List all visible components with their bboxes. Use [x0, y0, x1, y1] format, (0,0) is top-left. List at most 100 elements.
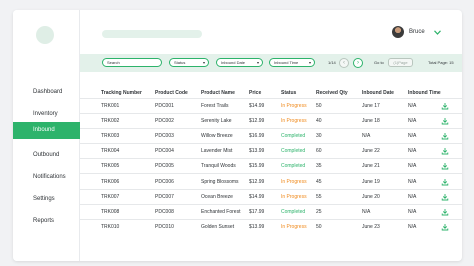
price-cell: $12.99 [228, 112, 264, 129]
next-page-button[interactable]: › [353, 58, 363, 68]
sidebar-item-settings[interactable]: Settings [13, 191, 80, 208]
tracking-number-cell: TRK002 [80, 112, 134, 129]
price-cell: $13.99 [228, 143, 264, 159]
status-cell: Completed [260, 158, 305, 174]
inbound-time-cell: N/A [387, 112, 428, 129]
goto-page-placeholder: (1)Page [393, 60, 408, 65]
tracking-number-cell: TRK006 [80, 173, 134, 190]
tracking-number-cell: TRK004 [80, 143, 134, 159]
inbound-table: Tracking Number Product Code Product Name P… [80, 88, 462, 235]
goto-label: Go to [374, 60, 384, 65]
column-header[interactable]: Status [260, 88, 296, 98]
table-row[interactable]: TRK010 PDC010 Golden Sunset $13.99 In Progre… [80, 218, 462, 235]
goto-page-input[interactable]: (1)Page [388, 58, 413, 67]
download-icon[interactable] [441, 132, 449, 140]
sidebar-item-inventory[interactable]: Inventory [13, 106, 80, 123]
table-row[interactable]: TRK007 PDC007 Ocean Breeze $14.99 In Progres… [80, 188, 462, 205]
row-action-cell [428, 158, 462, 174]
inbound-time-cell: N/A [387, 188, 428, 205]
row-action-cell [428, 112, 462, 129]
download-icon[interactable] [441, 162, 449, 170]
download-icon[interactable] [441, 223, 449, 231]
inbound-date-cell: June 20 [341, 188, 387, 205]
sidebar-item-outbound[interactable]: Outbound [13, 147, 80, 164]
chevron-right-icon: › [357, 60, 359, 66]
chevron-down-icon[interactable] [433, 29, 441, 35]
tracking-number-cell: TRK003 [80, 127, 134, 144]
product-code-cell: PDC002 [134, 112, 180, 129]
column-header[interactable]: Tracking Number [80, 88, 142, 98]
inbound-date-cell: N/A [341, 203, 387, 220]
page-indicator: 1/14 [328, 60, 336, 65]
search-input[interactable]: Search [102, 58, 162, 67]
sidebar-item-reports[interactable]: Reports [13, 213, 80, 230]
inbound-time-cell: N/A [387, 158, 428, 174]
sidebar-item-dashboard[interactable]: Dashboard [13, 84, 80, 101]
sidebar-item-inbound[interactable]: Inbound [13, 122, 80, 139]
download-icon[interactable] [441, 208, 449, 216]
product-name-cell: Enchanted Forest [180, 203, 240, 220]
price-cell: $14.99 [228, 97, 264, 114]
table-body: TRK001 PDC001 Forest Trails $14.99 In Progre… [80, 97, 462, 235]
inbound-date-filter-label: Inbound Date [221, 60, 246, 65]
table-header: Tracking Number Product Code Product Name P… [80, 88, 462, 98]
status-filter-label: Status [174, 60, 186, 65]
inbound-time-cell: N/A [387, 218, 428, 235]
filter-toolbar: Search Status ▾ Inbound Date ▾ Inbound T… [80, 54, 462, 72]
product-name-cell: Golden Sunset [180, 218, 234, 235]
tracking-number-cell: TRK007 [80, 188, 134, 205]
product-name-cell: Lavender Mist [180, 143, 232, 159]
download-icon[interactable] [441, 193, 449, 201]
status-filter[interactable]: Status ▾ [169, 58, 209, 67]
inbound-time-cell: N/A [387, 203, 428, 220]
inbound-time-cell: N/A [387, 173, 428, 190]
inbound-date-cell: June 21 [341, 158, 387, 174]
table-row[interactable]: TRK004 PDC004 Lavender Mist $13.99 Completed… [80, 143, 462, 159]
download-icon[interactable] [441, 102, 449, 110]
table-row[interactable]: TRK002 PDC002 Serenity Lake $12.99 In Progre… [80, 112, 462, 129]
chevron-down-icon: ▾ [308, 60, 311, 65]
sidebar: Dashboard Inventory Inbound Outbound Notific… [13, 10, 80, 261]
prev-page-button[interactable]: ‹ [339, 58, 349, 68]
user-menu[interactable]: Bruce [392, 25, 441, 39]
table-row[interactable]: TRK005 PDC005 Tranquil Woods $15.99 Complete… [80, 158, 462, 174]
table-header-row: Tracking Number Product Code Product Name P… [80, 88, 462, 98]
product-name-cell: Willow Breeze [180, 127, 233, 144]
status-cell: Completed [260, 127, 305, 144]
table-row[interactable]: TRK003 PDC003 Willow Breeze $16.99 Completed… [80, 127, 462, 144]
status-cell: In Progress [260, 173, 307, 190]
user-name: Bruce [409, 29, 425, 35]
product-code-cell: PDC007 [134, 188, 180, 205]
status-cell: In Progress [260, 112, 307, 129]
sidebar-item-notifications[interactable]: Notifications [13, 169, 80, 186]
status-cell: Completed [260, 203, 305, 220]
row-action-cell [428, 173, 462, 190]
product-name-cell: Spring Blossoms [180, 173, 239, 190]
product-name-cell: Ocean Breeze [180, 188, 233, 205]
inbound-date-cell: June 22 [341, 143, 387, 159]
inbound-date-filter[interactable]: Inbound Date ▾ [216, 58, 263, 67]
download-icon[interactable] [441, 117, 449, 125]
product-code-cell: PDC008 [134, 203, 180, 220]
table-row[interactable]: TRK001 PDC001 Forest Trails $14.99 In Progre… [80, 97, 462, 114]
download-icon[interactable] [441, 147, 449, 155]
inbound-time-cell: N/A [387, 143, 428, 159]
column-header[interactable]: Received Qty [295, 88, 348, 98]
row-action-cell [428, 188, 462, 205]
status-cell: In Progress [260, 188, 307, 205]
download-icon[interactable] [441, 178, 449, 186]
table-row[interactable]: TRK006 PDC006 Spring Blossoms $12.99 In Prog… [80, 173, 462, 190]
app-window: Dashboard Inventory Inbound Outbound Notific… [13, 10, 462, 261]
row-action-cell [428, 127, 462, 144]
tracking-number-cell: TRK010 [80, 218, 134, 235]
inbound-date-cell: June 17 [341, 97, 387, 114]
main-area: Bruce Search Status ▾ Inbound Date ▾ Inb… [80, 10, 462, 261]
avatar [392, 26, 404, 38]
table-row[interactable]: TRK008 PDC008 Enchanted Forest $17.99 Comple… [80, 203, 462, 220]
inbound-time-filter[interactable]: Inbound Time ▾ [269, 58, 315, 67]
product-code-cell: PDC010 [134, 218, 180, 235]
row-action-cell [428, 143, 462, 159]
row-action-cell [428, 203, 462, 220]
inbound-time-filter-label: Inbound Time [274, 60, 299, 65]
row-action-cell [428, 218, 462, 235]
